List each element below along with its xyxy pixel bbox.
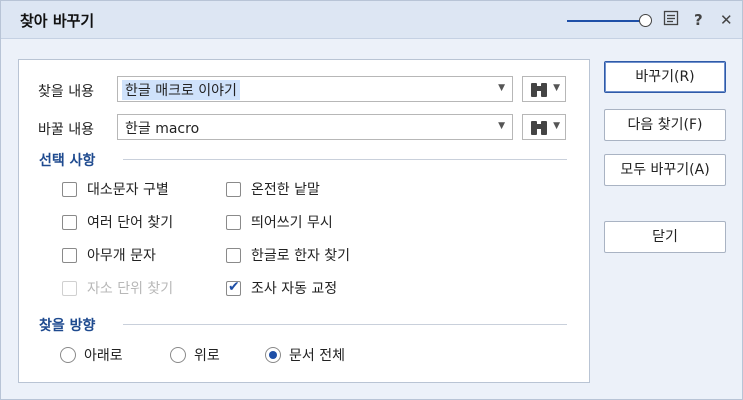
- checkbox-label: 자소 단위 찾기: [87, 281, 174, 297]
- checkbox-jaso-search: 자소 단위 찾기: [62, 278, 173, 298]
- checkbox-box: [62, 280, 77, 296]
- checkbox-wildcard[interactable]: 아무개 문자: [62, 245, 156, 265]
- checkbox-multi-word[interactable]: 여러 단어 찾기: [62, 212, 173, 232]
- close-icon[interactable]: ✕: [720, 10, 733, 30]
- checkbox-ignore-spacing[interactable]: 띄어쓰기 무시: [226, 212, 333, 232]
- radio-circle[interactable]: [170, 347, 186, 363]
- checkbox-label: 대소문자 구별: [87, 182, 169, 198]
- replace-label: 바꿀 내용: [38, 122, 94, 138]
- replace-combobox[interactable]: 한글 macro ▼: [117, 114, 513, 140]
- replace-all-button[interactable]: 모두 바꾸기(A): [604, 154, 726, 186]
- checkbox-box[interactable]: [226, 247, 241, 263]
- checkbox-box[interactable]: ✔: [226, 278, 241, 296]
- checkbox-label: 아무개 문자: [87, 248, 156, 264]
- find-special-button[interactable]: ▼: [522, 76, 566, 102]
- options-panel: 찾을 내용 한글 매크로 이야기 ▼ ▼ 바꿀 내용 한글 macro ▼ ▼ …: [18, 59, 590, 383]
- find-value[interactable]: 한글 매크로 이야기: [122, 80, 240, 100]
- chevron-down-icon[interactable]: ▼: [498, 83, 505, 93]
- radio-up[interactable]: 위로: [170, 345, 220, 365]
- title-bar[interactable]: 찾아 바꾸기 ? ✕: [1, 1, 742, 39]
- checkbox-box[interactable]: [62, 181, 77, 197]
- radio-label: 문서 전체: [289, 348, 345, 364]
- checkmark-icon: ✔: [228, 278, 240, 295]
- close-button[interactable]: 닫기: [604, 221, 726, 253]
- radio-label: 아래로: [84, 348, 123, 364]
- checkbox-box[interactable]: [226, 214, 241, 230]
- checkbox-box[interactable]: [62, 247, 77, 263]
- radio-down[interactable]: 아래로: [60, 345, 123, 365]
- replace-value[interactable]: 한글 macro: [122, 118, 202, 138]
- radio-selected-dot: [269, 351, 277, 359]
- dialog-title: 찾아 바꾸기: [20, 12, 95, 30]
- checkbox-label: 여러 단어 찾기: [87, 215, 174, 231]
- chevron-down-icon[interactable]: ▼: [553, 121, 560, 131]
- checkbox-label: 한글로 한자 찾기: [251, 248, 351, 264]
- checkbox-label: 조사 자동 교정: [251, 281, 338, 297]
- radio-label: 위로: [194, 348, 220, 364]
- radio-circle[interactable]: [265, 347, 281, 363]
- checkbox-whole-word[interactable]: 온전한 낱말: [226, 179, 320, 199]
- replace-special-button[interactable]: ▼: [522, 114, 566, 140]
- replace-button[interactable]: 바꾸기(R): [604, 61, 726, 93]
- checkbox-auto-particle[interactable]: ✔ 조사 자동 교정: [226, 278, 337, 298]
- find-replace-dialog: 찾아 바꾸기 ? ✕ 찾을 내용 한글 매크로 이야기 ▼ ▼ 바꿀 내용 한글…: [0, 0, 743, 400]
- checkbox-case-sensitive[interactable]: 대소문자 구별: [62, 179, 169, 199]
- checkbox-label: 온전한 낱말: [251, 182, 320, 198]
- find-next-button[interactable]: 다음 찾기(F): [604, 109, 726, 141]
- binoculars-icon: [531, 83, 547, 97]
- checkbox-box[interactable]: [62, 214, 77, 230]
- binoculars-icon: [531, 121, 547, 135]
- transparency-slider-track[interactable]: [567, 20, 640, 22]
- find-label: 찾을 내용: [38, 84, 94, 100]
- direction-section-title: 찾을 방향: [39, 318, 96, 334]
- options-divider: [123, 159, 567, 160]
- checkbox-hangul-hanja[interactable]: 한글로 한자 찾기: [226, 245, 350, 265]
- radio-circle[interactable]: [60, 347, 76, 363]
- menu-icon[interactable]: [663, 10, 679, 31]
- find-combobox[interactable]: 한글 매크로 이야기 ▼: [117, 76, 513, 102]
- chevron-down-icon[interactable]: ▼: [498, 121, 505, 131]
- direction-divider: [123, 324, 567, 325]
- radio-whole-document[interactable]: 문서 전체: [265, 345, 345, 365]
- transparency-slider-knob[interactable]: [639, 14, 652, 27]
- checkbox-label: 띄어쓰기 무시: [251, 215, 333, 231]
- checkbox-box[interactable]: [226, 181, 241, 197]
- help-icon[interactable]: ?: [694, 10, 703, 30]
- options-section-title: 선택 사항: [39, 153, 96, 169]
- chevron-down-icon[interactable]: ▼: [553, 83, 560, 93]
